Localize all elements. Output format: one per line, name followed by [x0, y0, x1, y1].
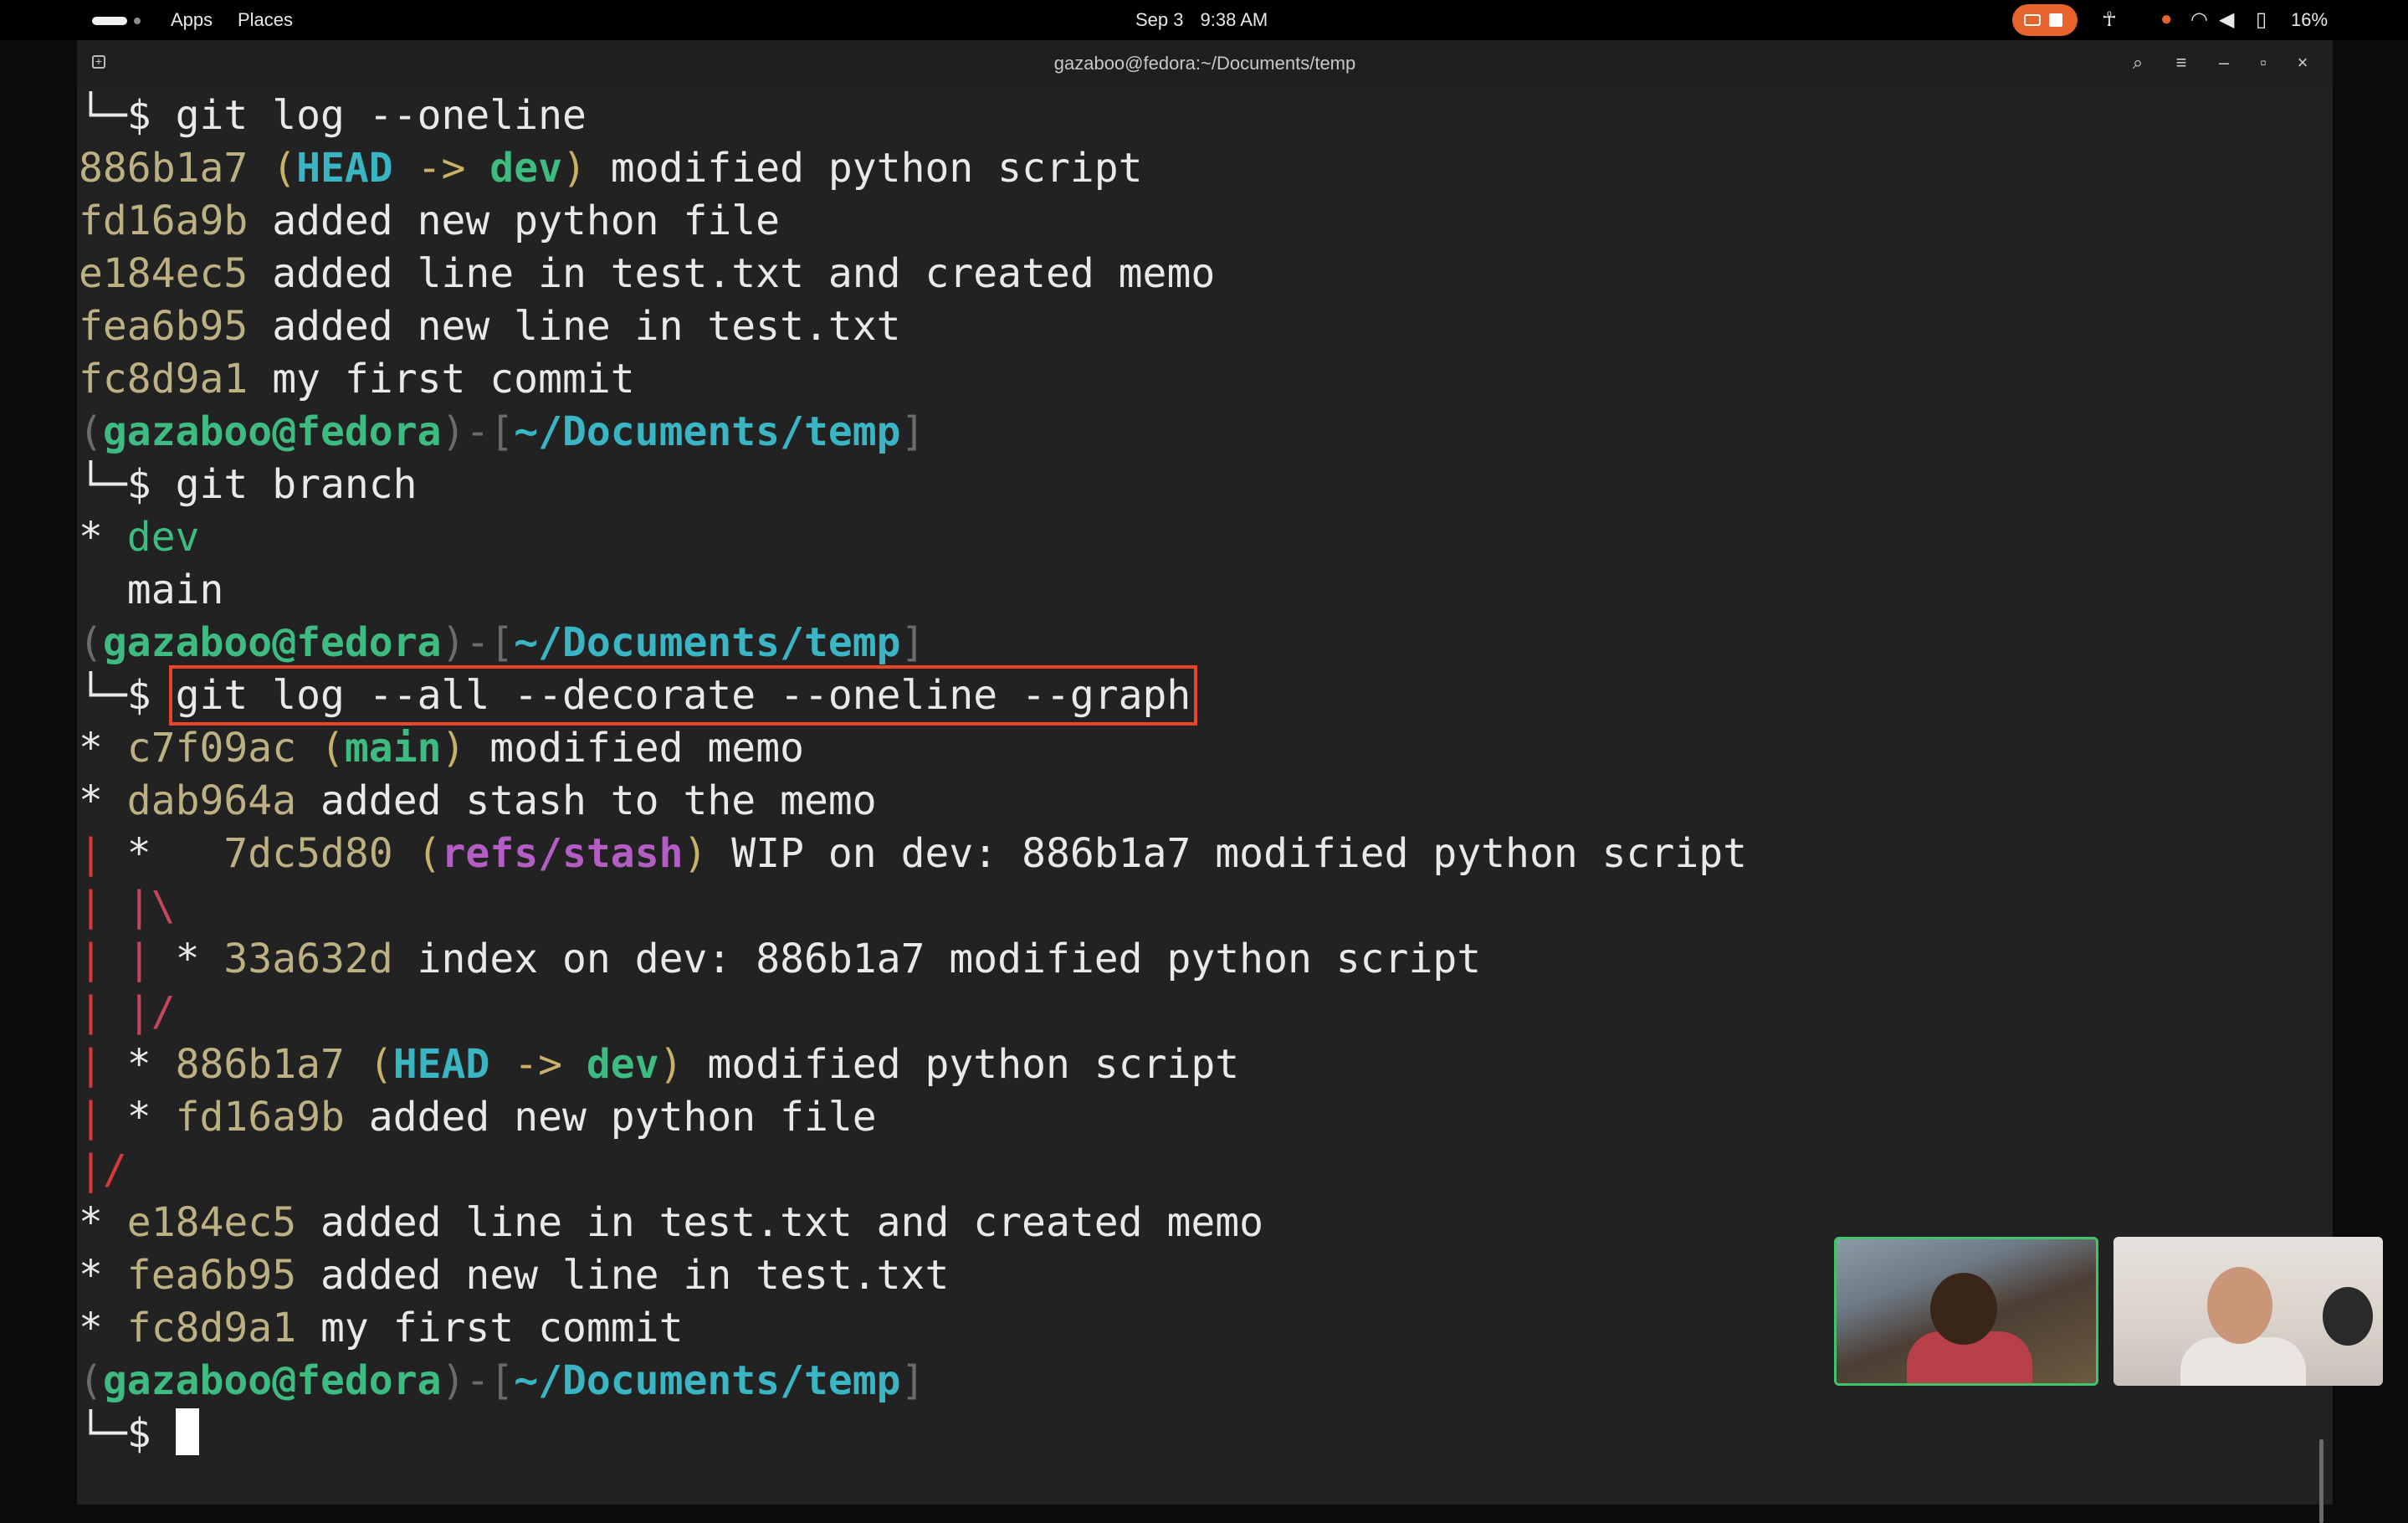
graph-line: * e184ec5 added line in test.txt and cre… — [79, 1199, 1264, 1246]
graph-line: | |/ — [79, 988, 176, 1035]
microphone-icon[interactable]: ● — [2160, 8, 2173, 31]
video-tile-participant-1[interactable] — [1834, 1237, 2098, 1386]
minimize-icon[interactable]: – — [2210, 49, 2238, 77]
scrollbar[interactable] — [2319, 1439, 2323, 1523]
terminal-line: └─$ git log --all --decorate --oneline -… — [79, 665, 1198, 726]
terminal-line: fc8d9a1 my first commit — [79, 356, 635, 403]
graph-line: * fc8d9a1 my first commit — [79, 1305, 684, 1351]
terminal-line: └─$ git branch — [79, 461, 418, 508]
wifi-icon[interactable]: ◠ — [2190, 8, 2208, 32]
command: git branch — [175, 461, 418, 508]
terminal-line: fd16a9b added new python file — [79, 197, 781, 244]
prompt-line: (gazaboo@fedora)-[~/Documents/temp] — [79, 408, 925, 455]
highlighted-command: git log --all --decorate --oneline --gra… — [168, 665, 1198, 726]
maximize-icon[interactable]: ▫ — [2249, 49, 2277, 77]
workspace-dot[interactable] — [134, 18, 141, 24]
graph-line: * fea6b95 added new line in test.txt — [79, 1252, 950, 1299]
graph-line: | * fd16a9b added new python file — [79, 1094, 877, 1141]
terminal-line: main — [126, 567, 224, 613]
command: git log --oneline — [175, 92, 587, 139]
prompt-line: (gazaboo@fedora)-[~/Documents/temp] — [79, 619, 925, 666]
input-line[interactable]: └─$ — [79, 1408, 199, 1460]
graph-line: | | * 33a632d index on dev: 886b1a7 modi… — [79, 936, 1482, 982]
battery-percent: 16% — [2291, 9, 2329, 30]
volume-icon[interactable]: ◀ — [2219, 8, 2234, 32]
clock[interactable]: Sep 3 9:38 AM — [1135, 9, 1284, 31]
graph-line: | |\ — [79, 883, 176, 930]
terminal-line: fea6b95 added new line in test.txt — [79, 303, 901, 350]
participant-face — [2207, 1267, 2272, 1344]
text-cursor — [175, 1408, 199, 1455]
prompt-line: (gazaboo@fedora)-[~/Documents/temp] — [79, 1357, 925, 1404]
graph-line: | * 7dc5d80 (refs/stash) WIP on dev: 886… — [79, 830, 1748, 877]
participant-face — [1930, 1273, 1997, 1345]
menu-icon[interactable]: ≡ — [2167, 49, 2195, 77]
participant-figure — [2180, 1337, 2306, 1386]
workspace-indicator[interactable] — [92, 17, 127, 25]
terminal-line: * dev — [79, 514, 200, 561]
top-bar: Apps Places Sep 3 9:38 AM ☥ ● ◠ ◀ ▯ 16% — [0, 0, 2408, 40]
terminal-line: e184ec5 added line in test.txt and creat… — [79, 250, 1216, 297]
terminal-line: └─$ git log --oneline — [79, 92, 587, 139]
graph-line: * dab964a added stash to the memo — [79, 777, 877, 824]
search-icon[interactable]: ⌕ — [2124, 49, 2152, 77]
close-icon[interactable]: × — [2288, 49, 2317, 77]
time: 9:38 AM — [1200, 9, 1268, 30]
background-object — [2323, 1287, 2373, 1346]
video-tile-participant-2[interactable] — [2113, 1237, 2383, 1386]
terminal-line: 886b1a7 (HEAD -> dev) modified python sc… — [79, 145, 1143, 192]
window-title: gazaboo@fedora:~/Documents/temp — [1053, 53, 1356, 74]
date: Sep 3 — [1135, 9, 1184, 30]
graph-line: * c7f09ac (main) modified memo — [79, 725, 804, 772]
places-menu[interactable]: Places — [238, 9, 293, 31]
title-bar[interactable]: + gazaboo@fedora:~/Documents/temp ⌕ ≡ – … — [77, 40, 2333, 87]
apps-menu[interactable]: Apps — [171, 9, 213, 31]
screen-record-icon[interactable] — [2012, 4, 2078, 36]
graph-line: |/ — [79, 1146, 127, 1193]
graph-line: | * 886b1a7 (HEAD -> dev) modified pytho… — [79, 1041, 1240, 1088]
battery-icon[interactable]: ▯ — [2256, 8, 2267, 32]
accessibility-icon[interactable]: ☥ — [2102, 8, 2117, 32]
